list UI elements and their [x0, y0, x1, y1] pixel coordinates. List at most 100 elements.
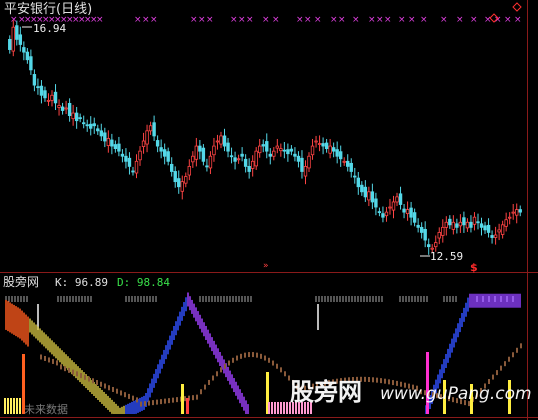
oscillator-segment — [176, 397, 178, 403]
candle-body — [215, 140, 220, 143]
pink-histogram-bar — [283, 402, 285, 414]
candle-body — [201, 147, 206, 162]
oscillator-segment — [372, 377, 374, 383]
candle-body — [11, 26, 15, 52]
oscillator-segment — [80, 373, 82, 379]
candle-body — [353, 175, 357, 178]
oscillator-segment — [228, 360, 230, 366]
oscillator-segment — [364, 376, 366, 382]
candle-body — [289, 148, 294, 152]
oscillator-segment — [164, 398, 166, 404]
k-value-label: K: 96.89 — [55, 276, 108, 289]
oscillator-segment — [104, 383, 106, 389]
oscillator-segment — [92, 378, 94, 384]
signal-cross-mark: × — [338, 15, 346, 25]
oscillator-segment — [264, 355, 266, 361]
oscillator-segment — [152, 400, 154, 406]
candle-body — [250, 160, 255, 169]
candle-body — [36, 86, 40, 89]
candle-body — [405, 209, 410, 215]
candle-body — [275, 145, 280, 149]
yellow-histogram-bar — [7, 398, 9, 414]
candle-body — [177, 178, 181, 188]
oscillator-segment — [52, 358, 54, 364]
buy-signal-marker: $ — [470, 261, 478, 274]
oscillator-segment — [520, 343, 522, 349]
candle-body — [282, 149, 287, 152]
signal-cross-mark: × — [304, 15, 312, 25]
candle-body — [272, 150, 276, 157]
signal-cross-mark: × — [150, 15, 158, 25]
candle-body — [360, 184, 364, 193]
signal-cross-mark: × — [440, 15, 448, 25]
candle-body — [303, 165, 308, 177]
candle-body — [427, 244, 431, 248]
candle-body — [138, 150, 142, 161]
candle-body — [43, 90, 47, 99]
candle-body — [448, 218, 452, 226]
candle-body — [127, 157, 132, 167]
candle-body — [261, 144, 265, 147]
oscillator-segment — [136, 397, 138, 403]
candle-body — [198, 145, 202, 152]
oscillator-segment — [100, 381, 102, 387]
oscillator-segment — [172, 397, 174, 403]
candle-body — [469, 221, 473, 228]
candle-body — [265, 141, 269, 152]
oscillator-segment — [260, 353, 262, 359]
candle-body — [113, 144, 118, 150]
oscillator-segment — [48, 357, 50, 363]
candle-body — [363, 186, 368, 198]
candle-body — [444, 221, 449, 228]
candle-body — [356, 177, 360, 188]
candle-body — [22, 47, 26, 53]
candle-body — [134, 160, 139, 174]
oscillator-segment — [248, 352, 250, 358]
oscillator-segment — [72, 369, 74, 375]
oscillator-segment — [380, 378, 382, 384]
signal-cross-mark: × — [134, 15, 142, 25]
candle-body — [8, 39, 12, 50]
chart-canvas[interactable]: × ×××××××××××××× × × × × × × × × × × × × × × × × × × × × × × × × ×… — [0, 0, 538, 420]
oscillator-segment — [268, 357, 270, 363]
candle-body — [57, 105, 61, 108]
candle-body — [229, 155, 234, 158]
candle-body — [398, 193, 403, 205]
signal-cross-mark: × — [142, 15, 150, 25]
signal-cross-mark: × — [206, 15, 214, 25]
oscillator-segment — [272, 360, 274, 366]
price-panel-title: 平安银行(日线) — [4, 2, 93, 17]
oscillator-segment — [156, 399, 158, 405]
candle-body — [32, 74, 37, 86]
candle-body — [490, 235, 494, 238]
candle-body — [423, 228, 427, 241]
oscillator-segment — [240, 353, 242, 359]
yellow-histogram-bar — [13, 398, 15, 414]
oscillator-segment — [516, 347, 518, 353]
oscillator-segment — [196, 394, 198, 400]
candle-body — [515, 209, 519, 216]
candle-body — [328, 145, 332, 154]
candle-body — [367, 191, 371, 201]
candle-body — [479, 223, 484, 228]
candle-body — [486, 224, 491, 233]
candle-body — [497, 229, 501, 233]
pink-histogram-bar — [280, 402, 282, 414]
signal-cross-mark: × — [296, 15, 304, 25]
candle-body — [18, 34, 23, 45]
candle-body — [162, 149, 167, 157]
yellow-histogram-bar — [16, 398, 18, 414]
candle-body — [279, 148, 283, 152]
signal-bar — [426, 352, 429, 414]
oscillator-segment — [96, 380, 98, 386]
candle-body — [106, 138, 111, 146]
d-value-label: D: 98.84 — [117, 276, 170, 289]
candle-body — [416, 224, 420, 228]
oscillator-segment — [224, 363, 226, 369]
oscillator-segment — [216, 371, 218, 377]
candle-body — [120, 153, 125, 157]
oscillator-segment — [508, 356, 510, 362]
pink-histogram-bar — [271, 402, 273, 414]
candle-body — [15, 25, 19, 40]
signal-cross-mark: × — [376, 15, 384, 25]
